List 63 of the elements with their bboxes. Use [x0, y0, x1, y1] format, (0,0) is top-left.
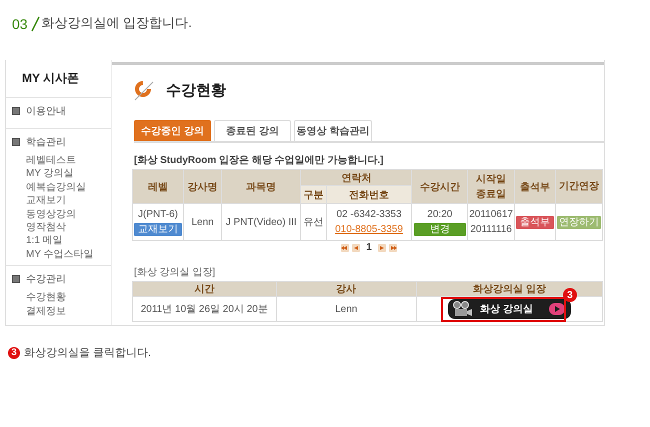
video-room-button[interactable]: 화상 강의실: [448, 298, 571, 318]
column-header: 전화번호: [326, 186, 412, 204]
tab[interactable]: 수강중인 강의: [134, 120, 211, 141]
table-cell: 20111116: [470, 224, 512, 235]
bullet-icon: [12, 107, 20, 115]
change-button[interactable]: 변경: [414, 223, 466, 236]
column-header: 출석부: [514, 170, 556, 204]
table-cell: J PNT(Video) III: [222, 204, 301, 240]
title-icon: [134, 79, 156, 101]
page-title: 수강현황: [166, 80, 226, 100]
sidebar-item[interactable]: 교재보기: [6, 194, 111, 208]
sidebar-title: MY 시사폰: [6, 66, 111, 98]
page-number[interactable]: 1: [363, 242, 375, 253]
table-cell: Lenn: [276, 296, 416, 322]
phone-link[interactable]: 010-8805-3359: [335, 224, 403, 235]
sidebar-group[interactable]: 이용안내: [26, 104, 66, 118]
tab[interactable]: 종료된 강의: [214, 120, 291, 141]
play-icon: [548, 302, 565, 314]
sidebar-item[interactable]: 결제정보: [6, 304, 111, 318]
bullet-icon: [12, 275, 20, 284]
table-cell: 20:20: [427, 209, 452, 220]
last-page-icon[interactable]: [388, 244, 397, 252]
instruction-text: 화상강의실을 클릭합니다.: [24, 346, 152, 360]
table-cell: 2011년 10월 26일 20시 20분: [132, 296, 276, 322]
step-badge: 3: [8, 346, 20, 358]
column-header: 레벨: [132, 170, 184, 204]
bullet-icon: [12, 138, 20, 146]
column-header: 시작일 종료일: [468, 170, 514, 204]
table-cell: 유선: [300, 204, 326, 240]
sidebar-item[interactable]: 1:1 메일: [6, 234, 111, 248]
column-header: 연락처: [300, 170, 412, 186]
column-header: 수강시간: [412, 170, 468, 204]
first-page-icon[interactable]: [341, 244, 350, 252]
sidebar-item[interactable]: 영작첨삭: [6, 221, 111, 234]
notice-text: [화상 StudyRoom 입장은 해당 수업일에만 가능합니다.]: [134, 154, 384, 167]
table-cell: Lenn: [184, 204, 222, 240]
book-button[interactable]: 교재보기: [134, 223, 182, 236]
table-cell: 02 -6342-3353: [336, 209, 402, 220]
sidebar-item[interactable]: 수강현황: [6, 291, 111, 305]
next-page-icon[interactable]: [378, 244, 386, 252]
slash-icon: [30, 16, 40, 32]
attendance-button[interactable]: 출석부: [516, 216, 554, 228]
table-cell: 20110617: [469, 209, 513, 220]
sidebar-item[interactable]: 예복습강의실: [6, 180, 111, 194]
sidebar-group[interactable]: 학습관리: [26, 135, 66, 149]
sidebar-item[interactable]: 레벨테스트: [6, 154, 111, 168]
previous-page-icon[interactable]: [352, 244, 360, 252]
sidebar-item[interactable]: MY 수업스타일: [6, 248, 111, 262]
column-header: 과목명: [222, 170, 301, 204]
camera-icon: [452, 300, 474, 316]
tab[interactable]: 동영상 학습관리: [294, 120, 372, 141]
column-header: 기간연장: [555, 170, 602, 204]
sidebar-item[interactable]: MY 강의실: [6, 167, 111, 181]
column-header: 시간: [132, 282, 276, 296]
section-title: [화상 강의실 입장]: [134, 266, 216, 279]
column-header: 강사: [276, 282, 416, 296]
column-header: 구분: [300, 186, 326, 204]
step-number: 03: [12, 16, 28, 32]
column-header: 강사명: [184, 170, 222, 204]
table-cell: J(PNT-6): [138, 209, 178, 220]
step-title: 화상강의실에 입장합니다.: [42, 14, 192, 32]
sidebar-group[interactable]: 수강관리: [26, 272, 66, 286]
sidebar-item[interactable]: 동영상강의: [6, 208, 111, 222]
